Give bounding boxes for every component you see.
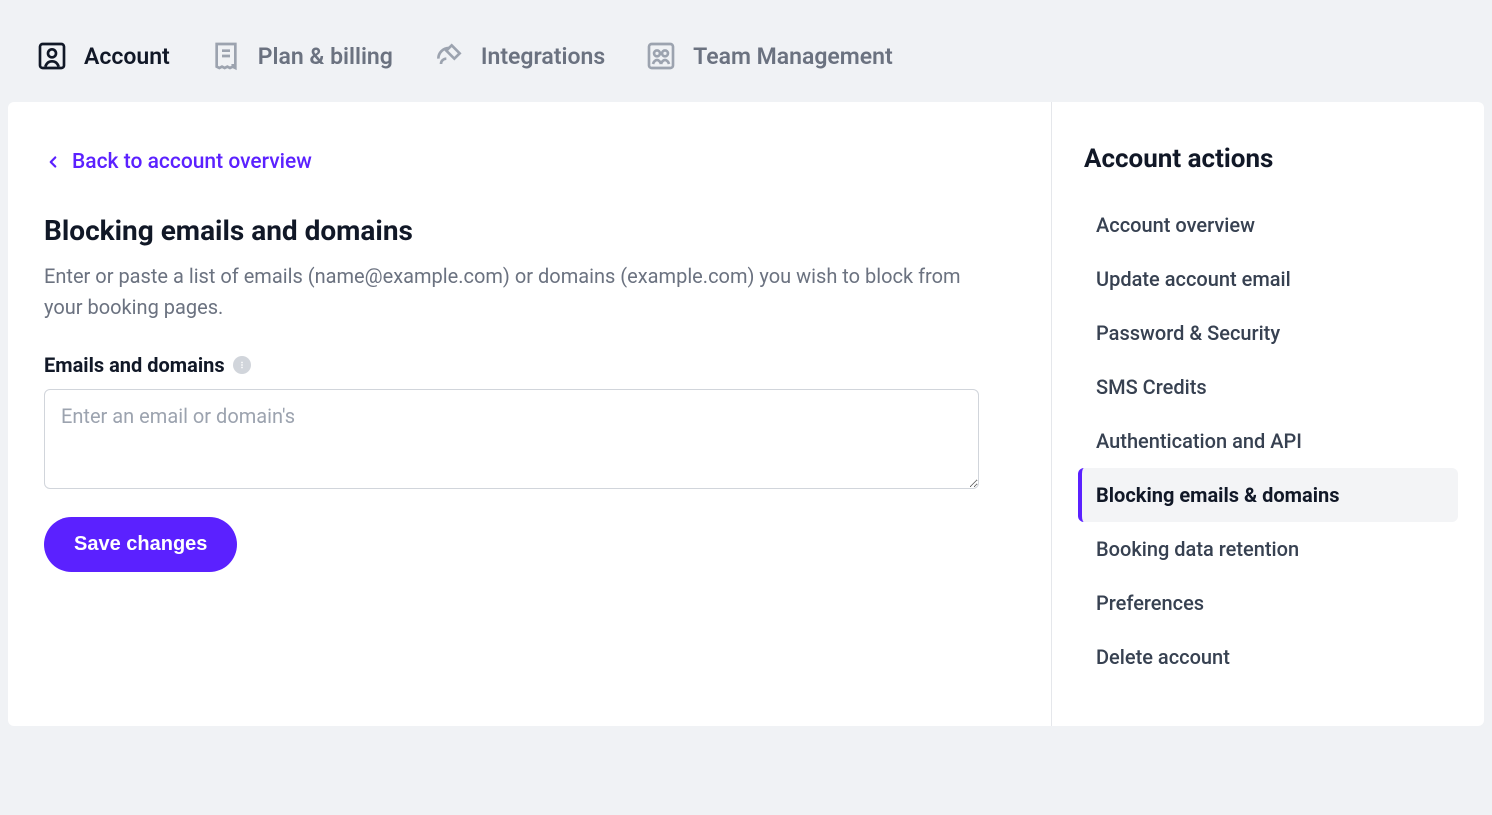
page-subtitle: Enter or paste a list of emails (name@ex… — [44, 261, 964, 323]
tab-label: Team Management — [693, 43, 893, 70]
main-panel: Back to account overview Blocking emails… — [8, 102, 1052, 726]
emails-domains-input[interactable] — [44, 389, 979, 489]
field-label-row: Emails and domains — [44, 353, 1015, 377]
back-link-label: Back to account overview — [72, 150, 312, 174]
sidebar-item-booking-retention[interactable]: Booking data retention — [1078, 522, 1458, 576]
page-title: Blocking emails and domains — [44, 214, 1015, 247]
account-actions-menu: Account overview Update account email Pa… — [1078, 198, 1458, 684]
sidebar-item-auth-api[interactable]: Authentication and API — [1078, 414, 1458, 468]
tab-label: Account — [84, 43, 170, 70]
tab-account[interactable]: Account — [36, 40, 170, 72]
tab-integrations[interactable]: Integrations — [433, 40, 605, 72]
team-icon — [645, 40, 677, 72]
sidebar-item-sms-credits[interactable]: SMS Credits — [1078, 360, 1458, 414]
tab-label: Integrations — [481, 43, 605, 70]
sidebar-item-preferences[interactable]: Preferences — [1078, 576, 1458, 630]
tab-label: Plan & billing — [258, 43, 393, 70]
sidebar-item-update-email[interactable]: Update account email — [1078, 252, 1458, 306]
tab-plan-billing[interactable]: Plan & billing — [210, 40, 393, 72]
account-actions-title: Account actions — [1078, 144, 1458, 174]
back-link[interactable]: Back to account overview — [44, 150, 312, 174]
tab-team-management[interactable]: Team Management — [645, 40, 893, 72]
sidebar-item-blocking-emails[interactable]: Blocking emails & domains — [1078, 468, 1458, 522]
sidebar-item-account-overview[interactable]: Account overview — [1078, 198, 1458, 252]
content-wrap: Back to account overview Blocking emails… — [8, 102, 1484, 726]
chevron-left-icon — [44, 153, 62, 171]
account-actions-panel: Account actions Account overview Update … — [1052, 102, 1484, 726]
save-button[interactable]: Save changes — [44, 517, 237, 572]
field-label: Emails and domains — [44, 353, 225, 377]
sidebar-item-delete-account[interactable]: Delete account — [1078, 630, 1458, 684]
top-tabs: Account Plan & billing Integrations — [0, 0, 1492, 102]
account-icon — [36, 40, 68, 72]
sidebar-item-password-security[interactable]: Password & Security — [1078, 306, 1458, 360]
satellite-icon — [433, 40, 465, 72]
receipt-icon — [210, 40, 242, 72]
hint-icon[interactable] — [233, 356, 251, 374]
